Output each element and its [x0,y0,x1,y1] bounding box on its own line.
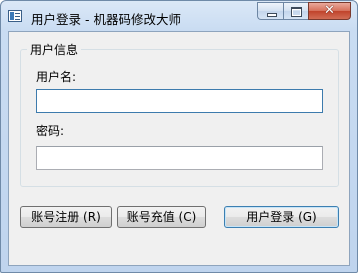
login-button[interactable]: 用户登录 (G) [224,206,339,228]
maximize-icon [291,7,302,17]
minimize-icon [267,13,277,17]
close-button[interactable]: ✕ [308,2,351,20]
window-title: 用户登录 - 机器码修改大师 [31,12,181,27]
minimize-button[interactable] [257,2,283,20]
recharge-button[interactable]: 账号充值 (C) [117,206,206,228]
user-info-group: 用户信息 用户名: 密码: [20,41,339,187]
title-bar[interactable]: 用户登录 - 机器码修改大师 ✕ [1,1,357,31]
client-area: 用户信息 用户名: 密码: 账号注册 (R) 账号充值 (C) 用户登录 (G) [8,31,350,266]
caption-buttons: ✕ [257,2,351,21]
app-icon[interactable] [8,10,22,22]
username-input[interactable] [36,89,323,113]
maximize-button[interactable] [283,2,308,20]
login-window: 用户登录 - 机器码修改大师 ✕ 用户信息 用户名: 密码: 账号注册 (R) … [0,0,358,273]
group-legend: 用户信息 [27,41,82,58]
password-label: 密码: [36,124,65,138]
register-button[interactable]: 账号注册 (R) [20,206,112,228]
close-icon: ✕ [324,3,335,18]
username-label: 用户名: [36,70,77,84]
password-input[interactable] [36,146,323,170]
